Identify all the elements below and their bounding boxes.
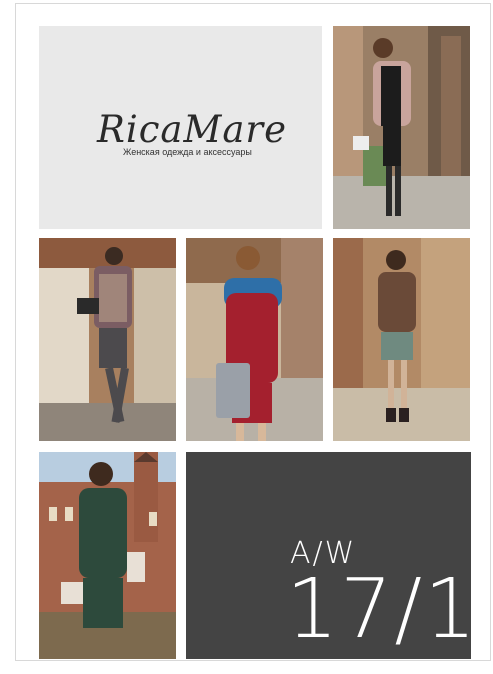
brand-logo-tile: RicaMare Женская одежда и аксессуары [39,26,322,229]
lookbook-page: RicaMare Женская одежда и аксессуары A/W… [15,3,491,661]
photo-man-plaid-jacket-leaning [39,238,176,441]
photo-woman-brown-jacket-green-skirt [333,238,470,441]
collection-year: 17/18 [286,562,471,657]
photo-woman-red-dress-blue-scarf [186,238,323,441]
photo-woman-dark-outfit-pink-coat [333,26,470,229]
collection-season-tile: A/W 17/18 [186,452,471,659]
brand-tagline: Женская одежда и аксессуары [123,147,252,157]
brand-logo-wordmark: RicaMare [97,108,288,151]
photo-woman-green-dress-castle [39,452,176,659]
